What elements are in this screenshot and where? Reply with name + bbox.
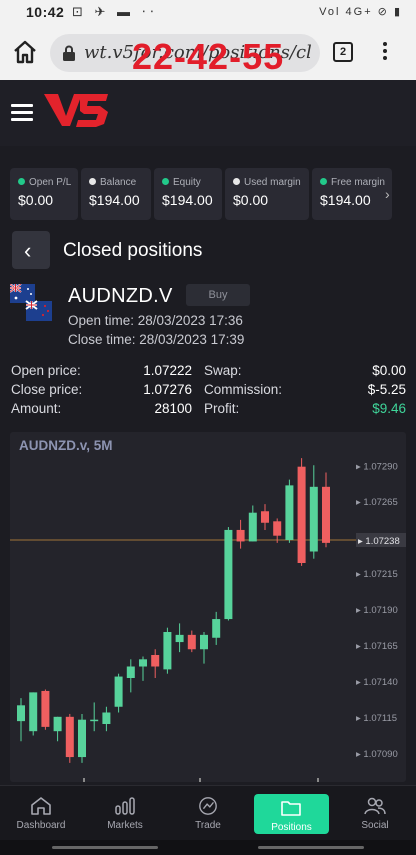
candle-body bbox=[175, 634, 184, 643]
nav-markets[interactable]: Markets bbox=[90, 786, 160, 841]
commission-value: $-5.25 bbox=[367, 382, 406, 397]
side-badge: Buy bbox=[186, 284, 250, 306]
page-title: Closed positions bbox=[63, 240, 203, 261]
y-tick-label: ▸ 1.07140 bbox=[356, 677, 398, 688]
social-icon bbox=[364, 797, 386, 815]
browser-menu-icon[interactable] bbox=[380, 40, 390, 64]
candle-body bbox=[90, 719, 99, 722]
nav-social[interactable]: Social bbox=[340, 786, 410, 841]
candlestick-chart[interactable]: ▸ 1.07290 ▸ 1.07265 ▸ 1.07215 ▸ 1.07190 ▸ 1.… bbox=[10, 432, 406, 782]
amount-value: 28100 bbox=[154, 401, 192, 416]
app-header bbox=[0, 80, 416, 146]
current-price-label: ▸ 1.07238 bbox=[358, 536, 400, 547]
chart-title: AUDNZD.v, 5M bbox=[19, 438, 113, 453]
v5-logo[interactable] bbox=[44, 92, 110, 128]
candle-body bbox=[200, 634, 208, 650]
y-tick-label: ▸ 1.07265 bbox=[356, 497, 398, 508]
close-price-value: 1.07276 bbox=[143, 382, 192, 397]
swap-value: $0.00 bbox=[372, 363, 406, 378]
candle-body bbox=[163, 632, 172, 670]
candle-body bbox=[309, 486, 318, 552]
candle-body bbox=[151, 655, 160, 667]
tab-count-button[interactable]: 2 bbox=[333, 42, 353, 62]
candle-body bbox=[139, 659, 147, 667]
candle-body bbox=[261, 511, 269, 523]
open-price-value: 1.07222 bbox=[143, 363, 192, 378]
candle-body bbox=[53, 716, 62, 732]
stat-balance: Balance $194.00 bbox=[81, 168, 151, 220]
candle-body bbox=[126, 666, 135, 678]
y-tick-label: ▸ 1.07215 bbox=[356, 569, 398, 580]
y-tick-label: ▸ 1.07165 bbox=[356, 641, 398, 652]
markets-icon bbox=[115, 797, 135, 815]
signal-battery-icons: Vol 4G+ ⊘ ▮ bbox=[319, 6, 402, 18]
candle-body bbox=[114, 676, 123, 707]
notification-icons: ⊡ ✈ ▬ ⋅⋅ bbox=[72, 4, 158, 19]
bottom-navigation: Dashboard Markets Trade Positions Social bbox=[0, 785, 416, 840]
candle-body bbox=[322, 486, 330, 543]
nav-trade[interactable]: Trade bbox=[173, 786, 243, 841]
swap-label: Swap: bbox=[204, 363, 242, 378]
status-time: 10:42 bbox=[26, 4, 65, 20]
profit-label: Profit: bbox=[204, 401, 240, 416]
y-tick-label: ▸ 1.07090 bbox=[356, 749, 398, 760]
stat-open-pl: Open P/L $0.00 bbox=[10, 168, 78, 220]
hamburger-menu-icon[interactable] bbox=[11, 104, 33, 122]
commission-label: Commission: bbox=[204, 382, 283, 397]
y-tick-label: ▸ 1.07190 bbox=[356, 605, 398, 616]
amount-label: Amount: bbox=[11, 401, 62, 416]
timestamp-watermark: 22-42-55 bbox=[132, 36, 285, 77]
back-button[interactable]: ‹ bbox=[12, 231, 50, 269]
candle-body bbox=[297, 466, 306, 563]
position-symbol: AUDNZD.V bbox=[68, 285, 173, 307]
candle-body bbox=[29, 692, 38, 732]
stat-equity: Equity $194.00 bbox=[154, 168, 222, 220]
trade-icon bbox=[199, 797, 217, 815]
status-dot bbox=[233, 178, 240, 185]
nav-positions[interactable]: Positions bbox=[254, 794, 329, 834]
chevron-right-icon[interactable]: › bbox=[385, 186, 390, 202]
candle-body bbox=[273, 521, 282, 536]
status-dot bbox=[320, 178, 327, 185]
status-dot bbox=[162, 178, 169, 185]
status-dot bbox=[18, 178, 25, 185]
candle-body bbox=[78, 719, 86, 758]
candle-body bbox=[224, 529, 233, 620]
stat-free-margin: Free margin $194.00 bbox=[312, 168, 392, 220]
candle-body bbox=[17, 705, 25, 722]
folder-icon bbox=[281, 801, 301, 816]
dashboard-icon bbox=[31, 797, 51, 815]
account-stats: Open P/L $0.00 Balance $194.00 Equity $1… bbox=[10, 168, 408, 220]
chevron-left-icon: ‹ bbox=[24, 238, 32, 263]
nav-dashboard[interactable]: Dashboard bbox=[6, 786, 76, 841]
au-nz-flag-icon bbox=[10, 284, 52, 321]
open-price-label: Open price: bbox=[11, 363, 81, 378]
candle-body bbox=[285, 485, 294, 540]
candle-body bbox=[248, 512, 257, 542]
candle-body bbox=[102, 712, 111, 724]
candle-body bbox=[187, 634, 196, 650]
candle-body bbox=[65, 716, 74, 758]
status-dot bbox=[89, 178, 96, 185]
lock-icon bbox=[63, 45, 75, 61]
profit-value: $9.46 bbox=[372, 401, 406, 416]
y-tick-label: ▸ 1.07115 bbox=[356, 713, 397, 724]
open-time: Open time: 28/03/2023 17:36 bbox=[68, 313, 243, 328]
home-icon[interactable] bbox=[12, 40, 38, 64]
candle-body bbox=[236, 529, 245, 542]
system-navigation-bar bbox=[0, 840, 416, 855]
close-price-label: Close price: bbox=[11, 382, 83, 397]
close-time: Close time: 28/03/2023 17:39 bbox=[68, 332, 245, 347]
stat-used-margin: Used margin $0.00 bbox=[225, 168, 309, 220]
status-bar: 10:42 ⊡ ✈ ▬ ⋅⋅ Vol 4G+ ⊘ ▮ bbox=[0, 0, 416, 26]
candle-body bbox=[41, 690, 50, 727]
candle-body bbox=[212, 619, 221, 638]
price-chart[interactable]: ▸ 1.07290 ▸ 1.07265 ▸ 1.07215 ▸ 1.07190 ▸ 1.… bbox=[10, 432, 406, 782]
y-tick-label: ▸ 1.07290 bbox=[356, 461, 398, 472]
